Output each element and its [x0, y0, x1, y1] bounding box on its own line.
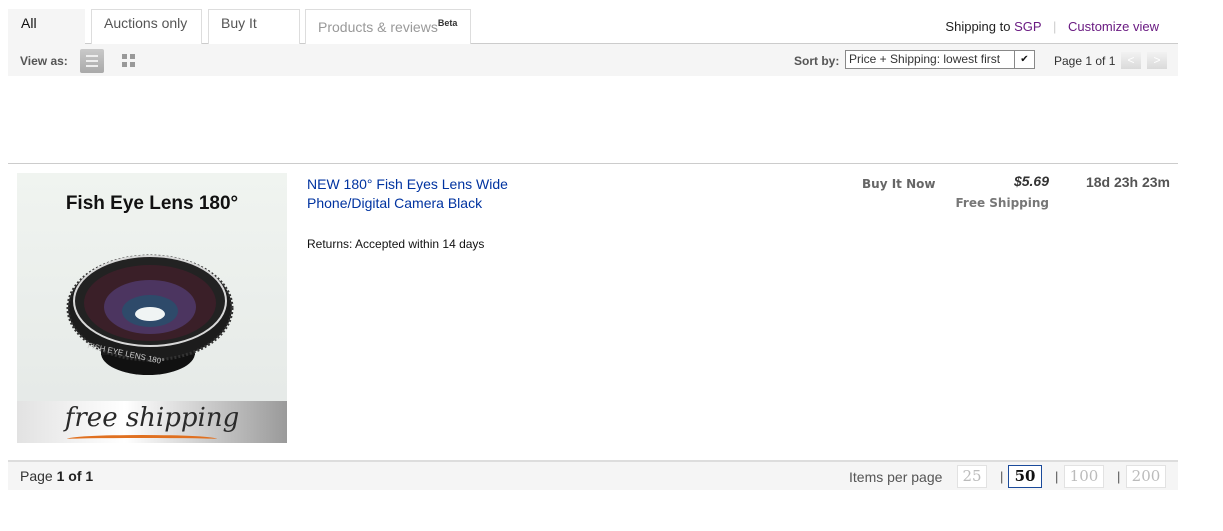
- tab-products-reviews[interactable]: Products & reviewsBeta: [305, 9, 471, 44]
- grid-icon: [122, 54, 127, 59]
- items-per-page-200[interactable]: 200: [1126, 465, 1166, 488]
- list-icon: [86, 65, 98, 67]
- next-page-button[interactable]: >: [1147, 52, 1167, 69]
- tab-all-items[interactable]: All items: [8, 9, 85, 58]
- tab-auctions-only[interactable]: Auctions only: [91, 9, 202, 44]
- customize-view-link[interactable]: Customize view: [1068, 19, 1159, 34]
- prev-page-button[interactable]: <: [1121, 52, 1141, 69]
- separator: |: [1055, 469, 1059, 484]
- tab-label: Products & reviews: [318, 19, 438, 35]
- beta-badge: Beta: [437, 18, 458, 28]
- option-label: 100: [1069, 467, 1099, 485]
- shipping-to-label: Shipping to: [945, 19, 1011, 34]
- search-results-panel: All items Auctions only Buy It Now Produ…: [8, 0, 1178, 490]
- page-value: 1 of 1: [56, 468, 94, 484]
- item-title-link[interactable]: NEW 180° Fish Eyes Lens Wide Phone/Digit…: [307, 175, 547, 213]
- grid-view-button[interactable]: [122, 54, 135, 67]
- shipping-cost: Free Shipping: [955, 196, 1049, 210]
- view-sort-bar: View as: Sort by: Price + Shipping: lowe…: [8, 44, 1178, 76]
- tab-label: Auctions only: [104, 15, 188, 31]
- tab-buy-it-now[interactable]: Buy It Now: [208, 9, 300, 58]
- item-thumbnail[interactable]: Fish Eye Lens 180° FISH EYE LENS 180° fr…: [17, 173, 287, 443]
- list-icon: [86, 55, 98, 57]
- swoosh-decoration: [67, 435, 217, 443]
- free-shipping-banner-text: free shipping: [64, 403, 240, 433]
- shipping-country-link[interactable]: SGP: [1014, 19, 1041, 34]
- pagination-footer: Page 1 of 1 Items per page 25 | 50 | 100…: [8, 460, 1178, 490]
- separator: |: [1000, 469, 1004, 484]
- footer-page-indicator: Page 1 of 1: [20, 468, 93, 484]
- option-label: 200: [1131, 467, 1161, 485]
- view-as-label: View as:: [20, 54, 68, 68]
- list-icon: [86, 60, 98, 62]
- sort-select[interactable]: Price + Shipping: lowest first ✔︎: [845, 50, 1035, 69]
- items-per-page-label: Items per page: [849, 469, 943, 485]
- sort-selected-value: Price + Shipping: lowest first: [849, 52, 1001, 66]
- page-indicator: Page 1 of 1: [1054, 54, 1116, 68]
- page-prefix: Page: [20, 468, 53, 484]
- grid-icon: [130, 54, 135, 59]
- result-item: Fish Eye Lens 180° FISH EYE LENS 180° fr…: [8, 163, 1178, 460]
- grid-icon: [130, 62, 135, 67]
- items-per-page-25[interactable]: 25: [957, 465, 987, 488]
- option-label: 50: [1014, 467, 1036, 485]
- grid-icon: [122, 62, 127, 67]
- returns-policy: Returns: Accepted within 14 days: [307, 237, 485, 251]
- listing-format: Buy It Now: [862, 177, 936, 191]
- list-view-button[interactable]: [80, 49, 104, 73]
- option-label: 25: [962, 467, 982, 485]
- filter-tabs: All items Auctions only Buy It Now Produ…: [8, 0, 1178, 58]
- divider: |: [1052, 19, 1057, 34]
- chevron-down-icon: ✔︎: [1014, 51, 1034, 68]
- items-per-page-50[interactable]: 50: [1008, 465, 1042, 488]
- time-left: 18d 23h 23m: [1085, 174, 1170, 190]
- chevron-right-icon: >: [1153, 53, 1161, 67]
- chevron-left-icon: <: [1127, 53, 1135, 67]
- items-per-page-100[interactable]: 100: [1064, 465, 1104, 488]
- thumbnail-banner: free shipping: [17, 401, 287, 443]
- sort-by-label: Sort by:: [794, 54, 840, 68]
- separator: |: [1117, 469, 1121, 484]
- item-price: $5.69: [1013, 173, 1049, 189]
- shipping-customize-area: Shipping to SGP | Customize view: [945, 19, 1159, 34]
